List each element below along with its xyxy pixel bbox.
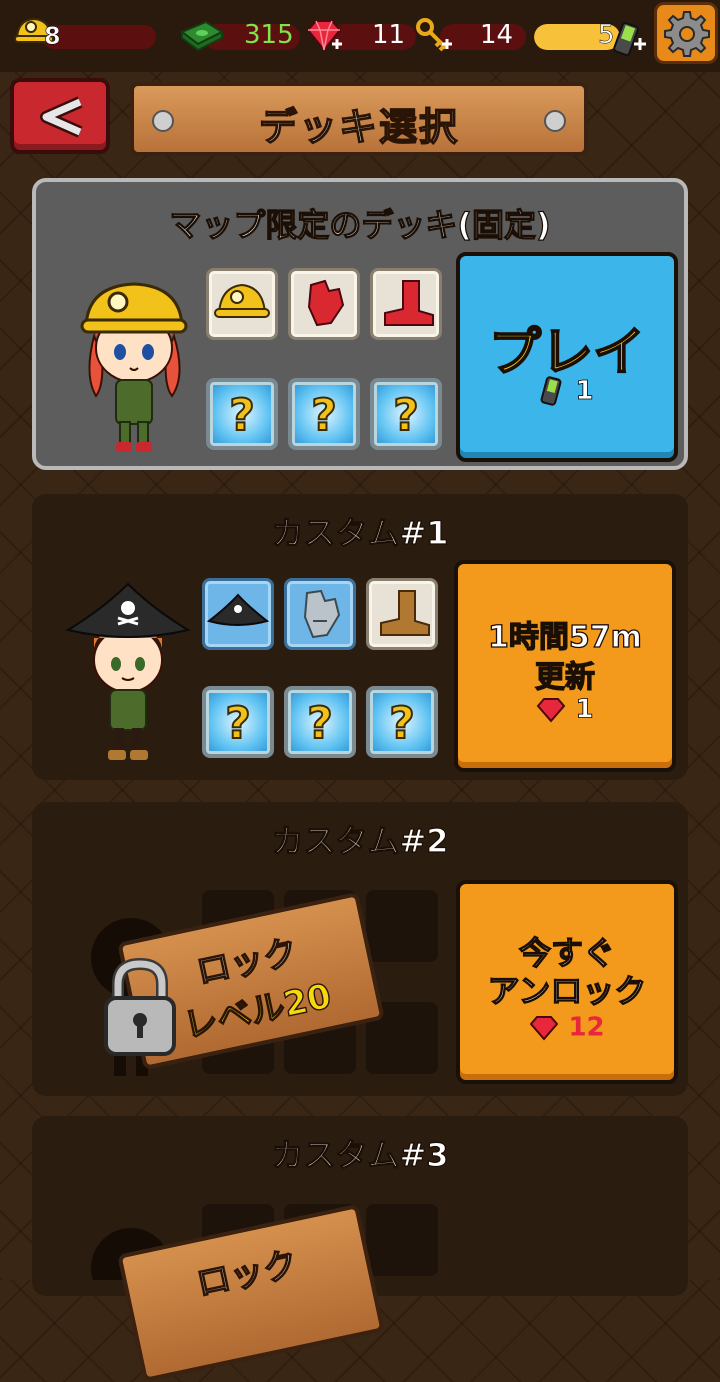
money-stack-icon — [180, 20, 224, 52]
svg-text:?: ? — [311, 390, 337, 441]
svg-text:?: ? — [225, 698, 251, 749]
gem-icon — [530, 1015, 559, 1041]
back-button[interactable] — [10, 78, 110, 154]
svg-text:?: ? — [229, 390, 255, 441]
battery-icon — [540, 376, 562, 406]
red-boot-icon — [384, 280, 434, 326]
equipment-slot-boots[interactable] — [370, 268, 442, 340]
deck-title: マップ限定のデッキ(固定) — [169, 205, 551, 244]
play-cost-value: 1 — [575, 376, 594, 407]
bonus-slot[interactable]: ? — [284, 686, 356, 758]
play-cost: 1 — [460, 374, 674, 408]
equipment-slot-glove[interactable] — [284, 578, 356, 650]
unlock-cost: 12 — [460, 1012, 674, 1043]
level-value: 8 — [44, 22, 61, 51]
gem-value: 11 — [372, 20, 406, 50]
deck-card-custom-2: カスタム#2 ロック レベル20 今すぐ アンロック 12 — [32, 802, 688, 1096]
equipment-slot-glove[interactable] — [288, 268, 360, 340]
bonus-slot[interactable]: ? — [206, 378, 278, 450]
svg-text:?: ? — [393, 390, 419, 441]
steel-glove-icon — [303, 589, 341, 639]
empty-slot — [366, 1204, 438, 1276]
deck-card-custom-1: カスタム#1 ? ? ? 1時間57m 更新 1 — [32, 494, 688, 780]
deck-card-custom-3: カスタム#3 ロック — [32, 1116, 688, 1382]
question-mark-icon: ? — [224, 697, 252, 750]
title-banner: デッキ選択 — [130, 82, 588, 156]
gem-icon — [537, 697, 566, 723]
refresh-label: 更新 — [534, 659, 595, 695]
red-glove-icon — [307, 279, 345, 327]
bonus-slot[interactable]: ? — [202, 686, 274, 758]
equipment-slot-helmet[interactable] — [206, 268, 278, 340]
deck-title: カスタム#3 — [271, 1135, 449, 1174]
refresh-timer: 1時間57m — [487, 619, 642, 655]
key-plus-icon[interactable] — [414, 16, 454, 56]
gem-plus-icon[interactable] — [304, 16, 344, 56]
padlock-icon — [104, 957, 176, 1056]
unlock-cost-value: 12 — [568, 1012, 605, 1043]
deck-title: カスタム#1 — [271, 513, 449, 552]
question-mark-icon: ? — [228, 389, 256, 442]
yellow-miner-helmet-icon — [214, 283, 270, 318]
equipment-slot-boots[interactable] — [366, 578, 438, 650]
money-value: 315 — [244, 20, 294, 50]
bonus-slot[interactable]: ? — [370, 378, 442, 450]
pirate-boy-character — [65, 582, 191, 760]
page-title: デッキ選択 — [258, 104, 459, 150]
gear-icon — [664, 11, 710, 57]
refresh-cost-value: 1 — [575, 694, 594, 725]
empty-slot — [366, 890, 438, 962]
question-mark-icon: ? — [310, 389, 338, 442]
question-mark-icon: ? — [388, 697, 416, 750]
status-bar: 8 315 11 14 5 — [0, 0, 720, 72]
question-mark-icon: ? — [306, 697, 334, 750]
play-button[interactable]: プレイ 1 — [456, 252, 678, 462]
svg-text:?: ? — [389, 698, 415, 749]
battery-plus-icon[interactable] — [612, 18, 648, 58]
deck-card-fixed: マップ限定のデッキ(固定) ? ? ? プレイ 1 — [32, 178, 688, 470]
back-arrow-icon — [40, 96, 83, 138]
equipment-slot-hat[interactable] — [202, 578, 274, 650]
question-mark-icon: ? — [392, 389, 420, 442]
unlock-now-button[interactable]: 今すぐ アンロック 12 — [456, 880, 678, 1084]
refresh-button[interactable]: 1時間57m 更新 1 — [454, 560, 676, 772]
svg-text:?: ? — [307, 698, 333, 749]
unlock-label-line2: アンロック — [487, 971, 647, 1010]
settings-button[interactable] — [654, 2, 718, 64]
deck-title: カスタム#2 — [271, 821, 449, 860]
pirate-hat-icon — [206, 593, 270, 626]
key-value: 14 — [480, 20, 514, 50]
refresh-cost: 1 — [458, 694, 672, 725]
bonus-slot[interactable]: ? — [288, 378, 360, 450]
brown-boot-icon — [380, 590, 430, 636]
bonus-slot[interactable]: ? — [366, 686, 438, 758]
miner-girl-character — [80, 282, 188, 452]
